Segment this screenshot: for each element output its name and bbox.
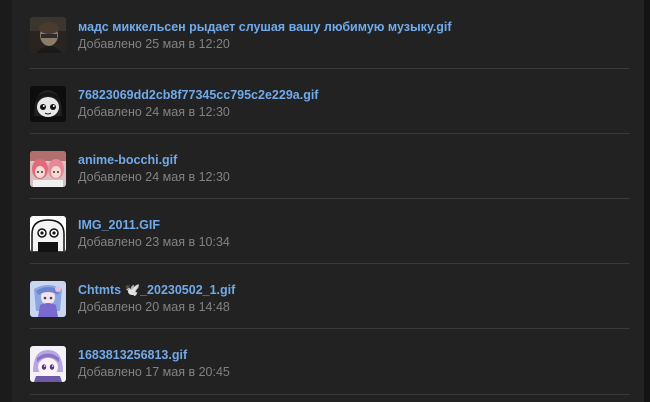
- file-item[interactable]: мадс миккельсен рыдает слушая вашу любим…: [30, 0, 630, 69]
- file-item[interactable]: Chtmts 🕊️_20230502_1.gif Добавлено 20 ма…: [30, 264, 630, 329]
- anime-chibi-purple-thumbnail[interactable]: [30, 346, 66, 382]
- file-date: Добавлено 24 мая в 12:30: [78, 105, 230, 119]
- man-portrait-thumbnail[interactable]: [30, 17, 66, 53]
- anime-face-mono-thumbnail[interactable]: [30, 86, 66, 122]
- file-item[interactable]: 1683813256813.gif Добавлено 17 мая в 20:…: [30, 329, 630, 394]
- file-name-link[interactable]: 1683813256813.gif: [78, 348, 187, 362]
- list-divider: [30, 394, 630, 395]
- file-item[interactable]: IMG_2011.GIF Добавлено 23 мая в 10:34: [30, 199, 630, 264]
- file-name-link[interactable]: IMG_2011.GIF: [78, 218, 160, 232]
- page-background-left: [0, 0, 12, 402]
- file-date: Добавлено 24 мая в 12:30: [78, 170, 230, 184]
- cartoon-face-thumbnail[interactable]: [30, 216, 66, 252]
- file-item[interactable]: anime-bocchi.gif Добавлено 24 мая в 12:3…: [30, 134, 630, 199]
- page-background-right: [644, 0, 650, 402]
- file-date: Добавлено 23 мая в 10:34: [78, 235, 230, 249]
- file-date: Добавлено 20 мая в 14:48: [78, 300, 230, 314]
- files-panel: мадс миккельсен рыдает слушая вашу любим…: [12, 0, 644, 402]
- file-name-link[interactable]: Chtmts 🕊️_20230502_1.gif: [78, 283, 235, 298]
- file-list: мадс миккельсен рыдает слушая вашу любим…: [30, 0, 630, 394]
- anime-character-blue-thumbnail[interactable]: [30, 281, 66, 317]
- file-item[interactable]: 76823069dd2cb8f77345cc795c2e229a.gif Доб…: [30, 69, 630, 134]
- file-name-link[interactable]: 76823069dd2cb8f77345cc795c2e229a.gif: [78, 88, 318, 102]
- file-name-link[interactable]: anime-bocchi.gif: [78, 153, 177, 167]
- file-date: Добавлено 25 мая в 12:20: [78, 37, 230, 51]
- file-date: Добавлено 17 мая в 20:45: [78, 365, 230, 379]
- file-name-link[interactable]: мадс миккельсен рыдает слушая вашу любим…: [78, 20, 452, 34]
- anime-girls-pink-thumbnail[interactable]: [30, 151, 66, 187]
